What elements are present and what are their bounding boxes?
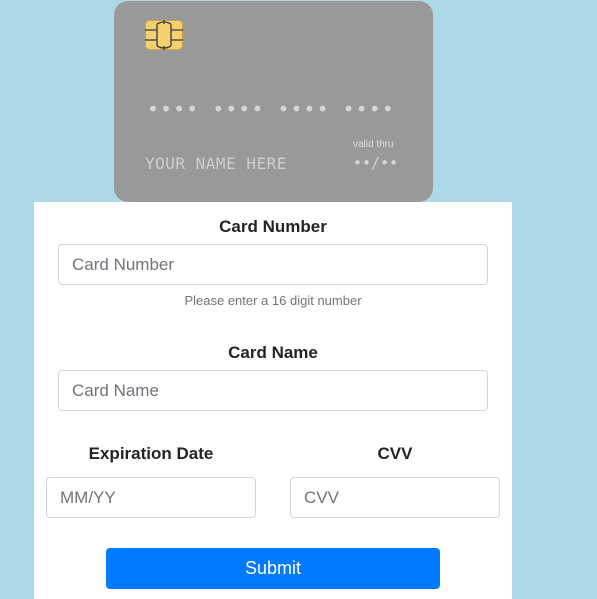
card-number-label: Card Number [219, 217, 327, 236]
card-number-help-text: Please enter a 16 digit number [184, 293, 362, 308]
cvv-input[interactable] [290, 477, 500, 518]
cvv-label: CVV [377, 444, 413, 463]
page: •••• •••• •••• •••• YOUR NAME HERE valid… [0, 0, 597, 599]
card-preview: •••• •••• •••• •••• YOUR NAME HERE valid… [114, 1, 433, 202]
card-chip-icon [145, 20, 183, 50]
card-name-label: Card Name [228, 343, 318, 362]
card-name-input[interactable] [58, 370, 488, 411]
valid-thru-label: valid thru [353, 139, 394, 150]
card-name-display: YOUR NAME HERE [145, 154, 287, 173]
submit-button[interactable]: Submit [106, 548, 440, 589]
valid-thru-display: ••/•• [353, 154, 399, 172]
card-number-input[interactable] [58, 244, 488, 285]
expiration-date-input[interactable] [46, 477, 256, 518]
expiration-date-label: Expiration Date [88, 444, 214, 463]
card-number-display: •••• •••• •••• •••• [147, 97, 395, 121]
card-form: Card Number Please enter a 16 digit numb… [34, 202, 512, 599]
